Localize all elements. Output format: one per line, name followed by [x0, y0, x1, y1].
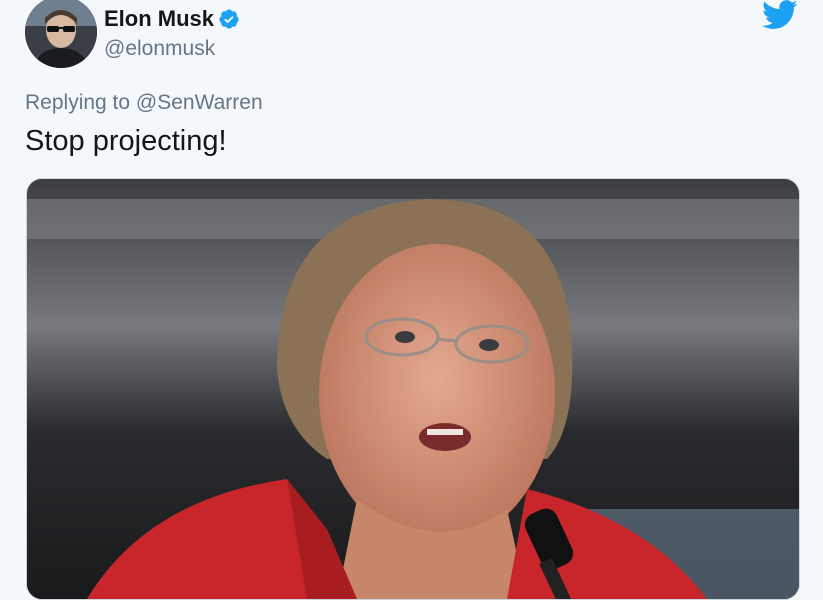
author-handle[interactable]: @elonmusk	[104, 37, 215, 61]
twitter-bird-icon[interactable]	[762, 0, 798, 30]
author-name-row[interactable]: Elon Musk	[104, 6, 240, 32]
replying-to-prefix: Replying to	[25, 91, 131, 114]
replying-to-line: Replying to @SenWarren	[25, 91, 263, 115]
reply-user-link[interactable]: @SenWarren	[136, 91, 263, 114]
author-name[interactable]: Elon Musk	[104, 6, 214, 32]
verified-badge-icon	[219, 9, 239, 29]
avatar[interactable]	[25, 0, 97, 68]
tweet-card: Elon Musk @elonmusk Replying to @SenWarr…	[0, 0, 823, 600]
tweet-text: Stop projecting!	[25, 125, 227, 157]
photo-of-woman-speaking-at-microphone	[27, 179, 799, 599]
avatar-image	[25, 0, 97, 68]
tweet-media-photo[interactable]	[26, 178, 800, 600]
